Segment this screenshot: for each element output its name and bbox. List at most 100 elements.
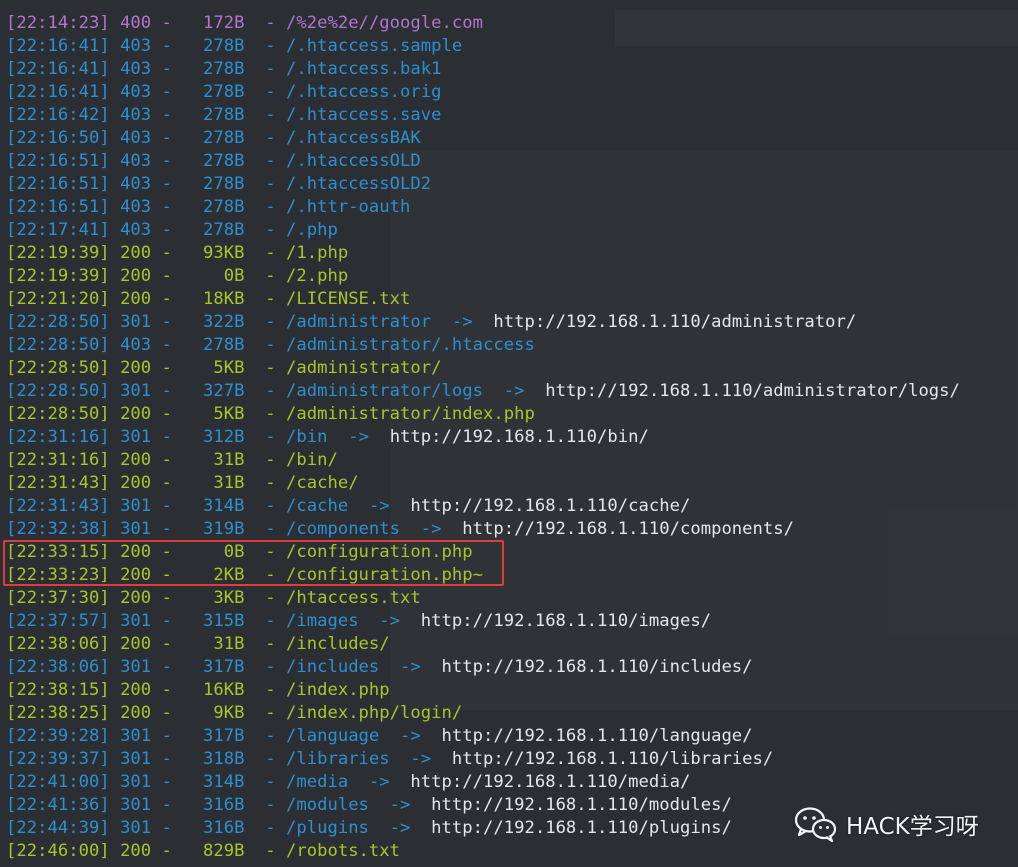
watermark-text: HACK学习呀 bbox=[846, 814, 979, 840]
log-line: [22:31:16] 200 - 31B - /bin/ bbox=[6, 450, 338, 470]
log-line: [22:28:50] 301 - 327B - /administrator/l… bbox=[6, 381, 960, 401]
log-status-code: 200 bbox=[120, 703, 152, 723]
log-line: [22:16:51] 403 - 278B - /.htaccessOLD2 bbox=[6, 174, 432, 194]
log-redirect-target: http://192.168.1.110/bin/ bbox=[389, 427, 649, 447]
watermark: HACK学习呀 bbox=[794, 806, 979, 842]
log-size: 278B bbox=[192, 174, 245, 194]
log-redirect-target: http://192.168.1.110/images/ bbox=[420, 611, 712, 631]
log-redirect-target: http://192.168.1.110/cache/ bbox=[410, 496, 691, 516]
log-size: 319B bbox=[192, 519, 245, 539]
log-line: [22:46:00] 200 - 829B - /robots.txt bbox=[6, 841, 401, 861]
log-timestamp: [22:38:06] bbox=[6, 657, 110, 677]
log-path: /images bbox=[285, 611, 359, 631]
log-status-code: 403 bbox=[120, 36, 152, 56]
log-path: /administrator/logs bbox=[285, 381, 483, 401]
log-timestamp: [22:19:39] bbox=[6, 266, 110, 286]
log-timestamp: [22:31:43] bbox=[6, 473, 110, 493]
log-path: /LICENSE.txt bbox=[285, 289, 411, 309]
log-size: 31B bbox=[192, 450, 245, 470]
log-status-code: 403 bbox=[120, 174, 152, 194]
log-timestamp: [22:32:38] bbox=[6, 519, 110, 539]
log-timestamp: [22:17:41] bbox=[6, 220, 110, 240]
log-path: /.php bbox=[285, 220, 338, 240]
terminal-window: [22:14:23] 400 - 172B - /%2e%2e//google.… bbox=[0, 0, 1018, 867]
log-path: /cache bbox=[285, 496, 349, 516]
log-line: [22:16:42] 403 - 278B - /.htaccess.save bbox=[6, 105, 442, 125]
log-line: [22:16:41] 403 - 278B - /.htaccess.sampl… bbox=[6, 36, 463, 56]
log-timestamp: [22:28:50] bbox=[6, 312, 110, 332]
log-line: [22:41:00] 301 - 314B - /media -> http:/… bbox=[6, 772, 691, 792]
log-line: [22:16:50] 403 - 278B - /.htaccessBAK bbox=[6, 128, 421, 148]
log-status-code: 301 bbox=[120, 818, 152, 838]
log-line: [22:31:16] 301 - 312B - /bin -> http://1… bbox=[6, 427, 649, 447]
log-timestamp: [22:41:36] bbox=[6, 795, 110, 815]
log-timestamp: [22:38:25] bbox=[6, 703, 110, 723]
log-path: /htaccess.txt bbox=[285, 588, 421, 608]
log-timestamp: [22:46:00] bbox=[6, 841, 110, 861]
log-redirect-target: http://192.168.1.110/libraries/ bbox=[451, 749, 774, 769]
log-size: 315B bbox=[192, 611, 245, 631]
log-line: [22:38:25] 200 - 9KB - /index.php/login/ bbox=[6, 703, 463, 723]
log-size: 0B bbox=[192, 266, 245, 286]
log-status-code: 301 bbox=[120, 519, 152, 539]
log-path: /.htaccess.sample bbox=[285, 36, 463, 56]
log-timestamp: [22:38:06] bbox=[6, 634, 110, 654]
log-status-code: 200 bbox=[120, 450, 152, 470]
log-timestamp: [22:16:51] bbox=[6, 174, 110, 194]
log-redirect-target: http://192.168.1.110/components/ bbox=[462, 519, 795, 539]
log-size: 278B bbox=[192, 128, 245, 148]
log-status-code: 301 bbox=[120, 657, 152, 677]
log-status-code: 200 bbox=[120, 358, 152, 378]
log-path: /bin/ bbox=[285, 450, 338, 470]
log-status-code: 200 bbox=[120, 634, 152, 654]
log-timestamp: [22:28:50] bbox=[6, 381, 110, 401]
log-path: /administrator bbox=[285, 312, 432, 332]
log-timestamp: [22:41:00] bbox=[6, 772, 110, 792]
log-redirect-target: http://192.168.1.110/administrator/logs/ bbox=[545, 381, 960, 401]
log-line: [22:31:43] 301 - 314B - /cache -> http:/… bbox=[6, 496, 691, 516]
log-status-code: 301 bbox=[120, 726, 152, 746]
log-status-code: 301 bbox=[120, 312, 152, 332]
log-timestamp: [22:16:42] bbox=[6, 105, 110, 125]
log-path: /components bbox=[285, 519, 401, 539]
log-status-code: 403 bbox=[120, 105, 152, 125]
wechat-icon bbox=[794, 807, 837, 842]
log-path: /modules bbox=[285, 795, 369, 815]
log-size: 278B bbox=[192, 335, 245, 355]
log-timestamp: [22:39:37] bbox=[6, 749, 110, 769]
log-size: 5KB bbox=[192, 358, 245, 378]
log-line: [22:39:28] 301 - 317B - /language -> htt… bbox=[6, 726, 753, 746]
log-line: [22:16:51] 403 - 278B - /.htaccessOLD bbox=[6, 151, 421, 171]
log-line: [22:19:39] 200 - 0B - /2.php bbox=[6, 266, 349, 286]
log-status-code: 403 bbox=[120, 335, 152, 355]
log-timestamp: [22:16:41] bbox=[6, 59, 110, 79]
log-redirect-target: http://192.168.1.110/plugins/ bbox=[431, 818, 732, 838]
log-status-code: 301 bbox=[120, 496, 152, 516]
log-size: 317B bbox=[192, 657, 245, 677]
log-timestamp: [22:31:43] bbox=[6, 496, 110, 516]
log-status-code: 200 bbox=[120, 841, 152, 861]
log-size: 31B bbox=[192, 473, 245, 493]
log-size: 316B bbox=[192, 818, 245, 838]
log-size: 3KB bbox=[192, 588, 245, 608]
log-path: /administrator/.htaccess bbox=[285, 335, 535, 355]
log-path: /.htaccess.orig bbox=[285, 82, 442, 102]
log-line: [22:28:50] 200 - 5KB - /administrator/in… bbox=[6, 404, 535, 424]
log-line: [22:39:37] 301 - 318B - /libraries -> ht… bbox=[6, 749, 774, 769]
log-timestamp: [22:31:16] bbox=[6, 450, 110, 470]
log-redirect-target: http://192.168.1.110/includes/ bbox=[441, 657, 753, 677]
log-size: 318B bbox=[192, 749, 245, 769]
log-path: /index.php bbox=[285, 680, 390, 700]
log-status-code: 403 bbox=[120, 197, 152, 217]
log-timestamp: [22:44:39] bbox=[6, 818, 110, 838]
log-status-code: 301 bbox=[120, 427, 152, 447]
log-path: /robots.txt bbox=[285, 841, 401, 861]
log-line: [22:14:23] 400 - 172B - /%2e%2e//google.… bbox=[6, 13, 483, 33]
log-path: /administrator/ bbox=[285, 358, 442, 378]
log-line: [22:37:57] 301 - 315B - /images -> http:… bbox=[6, 611, 712, 631]
log-status-code: 200 bbox=[120, 266, 152, 286]
log-size: 278B bbox=[192, 105, 245, 125]
log-path: /.htaccessBAK bbox=[285, 128, 421, 148]
log-line: [22:38:15] 200 - 16KB - /index.php bbox=[6, 680, 390, 700]
log-path: /1.php bbox=[285, 243, 349, 263]
